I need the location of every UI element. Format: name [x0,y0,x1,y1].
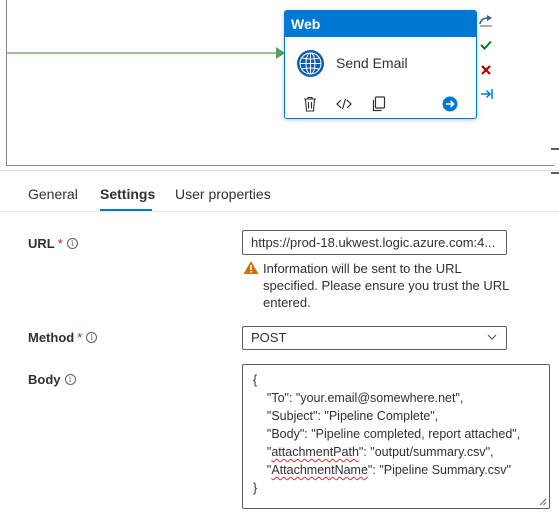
body-textarea[interactable]: { "To": "your.email@somewhere.net", "Sub… [242,364,550,509]
method-selected-value: POST [251,330,287,345]
success-check-icon[interactable] [478,37,494,53]
globe-icon [297,50,324,77]
resize-grip-icon[interactable] [539,498,547,506]
url-label-text: URL [28,236,55,251]
body-line: { [253,373,258,387]
required-marker: * [57,236,63,251]
info-icon[interactable]: i [86,332,98,343]
tab-user-properties[interactable]: User properties [175,186,271,202]
warning-icon [243,261,259,274]
canvas-border [6,165,554,166]
failure-x-icon[interactable] [478,62,494,78]
panel-collapse-handle[interactable] [551,172,559,174]
canvas-edge-marker [551,148,559,150]
body-line: "To": "your.email@somewhere.net", [253,391,464,405]
redo-arrow-icon[interactable] [478,13,494,29]
pipeline-canvas[interactable]: Web Send Email [0,0,559,166]
tabs-divider [0,211,559,212]
go-arrow-icon[interactable] [441,95,459,113]
chevron-down-icon [487,334,497,340]
delete-icon[interactable] [301,95,319,113]
tab-settings[interactable]: Settings [100,186,155,202]
activity-type-label: Web [285,11,476,37]
url-label: URL * i [28,236,78,251]
body-line: "AttachmentName": "Pipeline Summary.csv" [253,463,511,477]
method-label: Method * i [28,330,98,345]
url-input[interactable]: https://prod-18.ukwest.logic.azure.com:4… [242,230,507,255]
web-activity-node[interactable]: Web Send Email [284,10,477,119]
tab-general[interactable]: General [28,186,78,202]
body-label: Body i [28,372,76,387]
method-label-text: Method [28,330,75,345]
method-dropdown[interactable]: POST [242,326,507,350]
body-line: "attachmentPath": "output/summary.csv", [253,445,494,459]
body-label-text: Body [28,372,61,387]
activity-connector-line [7,47,285,59]
url-warning-text: Information will be sent to the URL spec… [263,261,509,310]
body-line: "Subject": "Pipeline Complete", [253,409,439,423]
completion-arrow-icon[interactable] [478,86,494,102]
code-icon[interactable] [335,95,353,113]
activity-name: Send Email [336,55,408,71]
required-marker: * [77,330,83,345]
copy-icon[interactable] [369,95,387,113]
info-icon[interactable]: i [66,238,78,249]
body-line: "Body": "Pipeline completed, report atta… [253,427,521,441]
panel-divider [0,170,559,171]
body-line: } [253,481,258,495]
info-icon[interactable]: i [64,374,76,385]
